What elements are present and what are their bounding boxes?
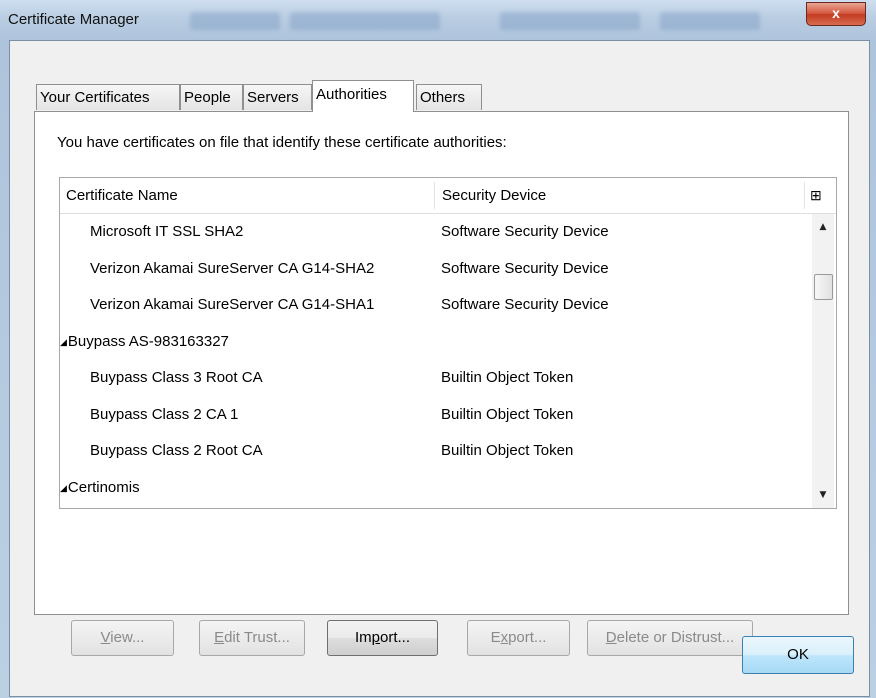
tab-people[interactable]: People — [180, 84, 243, 110]
certificate-tree[interactable]: Certificate Name Security Device ⊞ Micro… — [59, 177, 837, 509]
background-taskbar-blur — [190, 12, 280, 30]
tab-servers[interactable]: Servers — [243, 84, 312, 110]
certificate-name-text: Certinomis — [67, 478, 140, 496]
tab-label: Others — [420, 89, 466, 106]
ok-button-label: OK — [787, 646, 809, 663]
close-button[interactable]: x — [806, 2, 866, 26]
tree-header: Certificate Name Security Device ⊞ — [60, 178, 836, 214]
delete-button-accel: D — [605, 629, 617, 646]
certificate-name: ◢Buypass AS-983163327 — [60, 324, 229, 362]
background-taskbar-blur — [660, 12, 760, 30]
certificate-name-text: Buypass AS-983163327 — [67, 332, 229, 350]
tab-label: Servers — [247, 89, 299, 106]
certificate-name: Microsoft IT SSL SHA2 — [90, 214, 243, 251]
certificate-name-text: Buypass Class 3 Root CA — [90, 369, 263, 386]
column-header-certificate-name[interactable]: Certificate Name — [66, 187, 178, 204]
security-device: Builtin Object Token — [441, 506, 573, 508]
certificate-name-text: Verizon Akamai SureServer CA G14-SHA2 — [90, 259, 375, 277]
authorities-tab-panel: You have certificates on file that ident… — [34, 111, 849, 656]
scroll-up-arrow-icon[interactable]: ▲ — [812, 218, 834, 236]
dialog-client-area: Your Certificates People Servers Authori… — [9, 40, 870, 697]
security-device: Software Security Device — [441, 223, 609, 240]
intro-text: You have certificates on file that ident… — [57, 134, 507, 151]
edit-trust-button-text: dit Trust... — [224, 629, 290, 646]
column-picker-icon[interactable]: ⊞ — [810, 187, 822, 204]
tree-group-row[interactable]: ◢Certinomis — [60, 470, 810, 507]
tree-row[interactable]: Verizon Akamai SureServer CA G14-SHA1 Sof… — [60, 287, 810, 324]
tree-rows: Microsoft IT SSL SHA2 Software Security D… — [60, 214, 810, 508]
certificate-manager-window: Certificate Manager x Your Certificates … — [0, 0, 876, 698]
tree-row[interactable]: Verizon Akamai SureServer CA G14-SHA2 Sof… — [60, 251, 810, 288]
security-device: Software Security Device — [441, 296, 609, 313]
certificate-name-text: Verizon Akamai SureServer CA G14-SHA1 — [90, 296, 375, 313]
certificate-name-text: Buypass Class 2 Root CA — [90, 442, 263, 459]
background-taskbar-blur — [500, 12, 640, 30]
security-device: Builtin Object Token — [441, 442, 574, 459]
column-separator[interactable] — [434, 182, 435, 209]
export-button-text: E — [490, 629, 501, 646]
column-separator[interactable] — [804, 182, 805, 209]
certificate-name: ◢Certinomis — [60, 470, 140, 508]
certificate-name: Verizon Akamai SureServer CA G14-SHA2 — [90, 251, 374, 288]
certificate-name: Buypass Class 2 CA 1 — [90, 397, 238, 434]
edit-trust-button-accel: E — [214, 629, 225, 646]
column-header-security-device[interactable]: Security Device — [442, 187, 546, 204]
certificate-name: Verizon Akamai SureServer CA G14-SHA1 — [90, 287, 374, 324]
export-button-accel: x — [500, 629, 509, 646]
tree-row[interactable]: Buypass Class 2 Root CA Builtin Object To… — [60, 433, 810, 470]
tab-authorities[interactable]: Authorities — [312, 80, 414, 112]
tab-your-certificates[interactable]: Your Certificates — [36, 84, 180, 110]
view-button[interactable]: View... — [71, 620, 174, 656]
tree-row[interactable]: Buypass Class 2 CA 1 Builtin Object Token — [60, 397, 810, 434]
import-button-text: Im — [354, 629, 372, 646]
certificate-name: Buypass Class 2 Root CA — [90, 433, 263, 470]
export-button-text: port... — [508, 629, 547, 646]
tab-others[interactable]: Others — [416, 84, 482, 110]
view-button-accel: V — [100, 629, 111, 646]
export-button[interactable]: Export... — [467, 620, 570, 656]
delete-or-distrust-button[interactable]: Delete or Distrust... — [587, 620, 753, 656]
security-device: Builtin Object Token — [441, 369, 574, 386]
certificate-name-text: Buypass Class 2 CA 1 — [90, 405, 239, 423]
tab-label: Authorities — [316, 86, 387, 103]
security-device: Software Security Device — [441, 259, 609, 277]
edit-trust-button[interactable]: Edit Trust... — [199, 620, 305, 656]
expand-triangle-icon[interactable]: ◢ — [60, 483, 67, 493]
scroll-down-arrow-icon[interactable]: ▼ — [812, 486, 834, 504]
import-button-text: ort... — [380, 629, 411, 646]
certificate-name: Certinomis - Autorité Racine — [90, 506, 277, 508]
certificate-name: Buypass Class 3 Root CA — [90, 360, 263, 397]
tree-row[interactable]: Buypass Class 3 Root CA Builtin Object To… — [60, 360, 810, 397]
window-title: Certificate Manager — [8, 11, 139, 28]
tree-row[interactable]: Microsoft IT SSL SHA2 Software Security D… — [60, 214, 810, 251]
close-icon: x — [832, 5, 840, 21]
tab-label: People — [184, 89, 231, 106]
tab-label: Your Certificates — [40, 89, 150, 106]
import-button-accel: p — [371, 629, 380, 646]
ok-button[interactable]: OK — [742, 636, 854, 674]
scrollbar-thumb[interactable] — [814, 274, 833, 300]
vertical-scrollbar[interactable]: ▲ ▼ — [812, 214, 834, 508]
view-button-text: iew... — [110, 629, 145, 646]
delete-button-text: elete or Distrust... — [616, 629, 735, 646]
tree-row[interactable]: Certinomis - Autorité Racine Builtin Obje… — [60, 506, 810, 508]
tree-group-row[interactable]: ◢Buypass AS-983163327 — [60, 324, 810, 361]
background-taskbar-blur — [290, 12, 440, 30]
expand-triangle-icon[interactable]: ◢ — [60, 337, 67, 347]
import-button[interactable]: Import... — [327, 620, 438, 656]
security-device: Builtin Object Token — [441, 405, 574, 423]
title-bar[interactable]: Certificate Manager x — [0, 0, 876, 40]
certificate-name-text: Microsoft IT SSL SHA2 — [90, 223, 244, 240]
